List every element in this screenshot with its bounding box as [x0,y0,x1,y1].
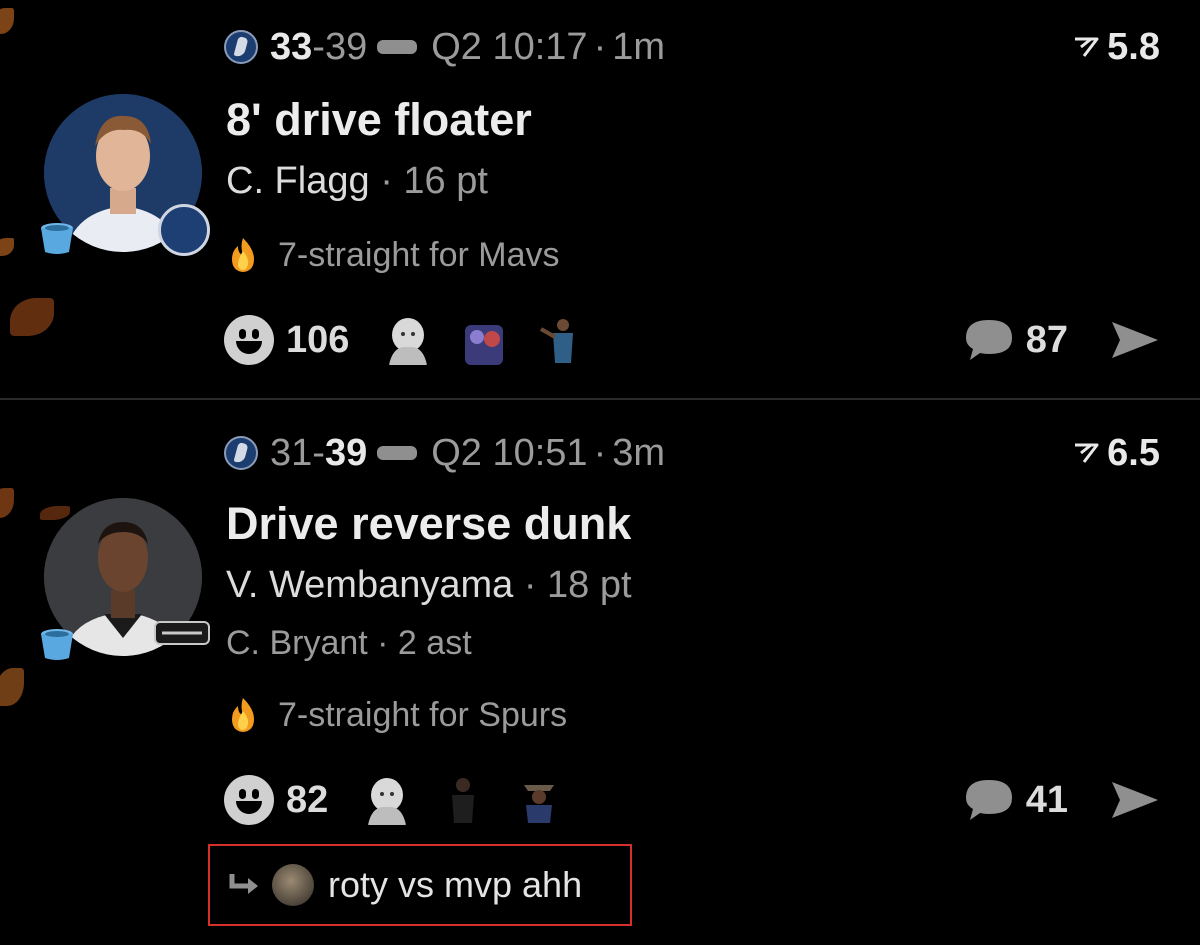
player-name: C. Flagg [226,160,370,202]
fire-icon [232,698,254,732]
reaction-row: 106 [224,312,611,368]
post-age: 1m [612,25,666,68]
bucket-icon [41,629,73,660]
dot-separator: · [380,160,393,202]
player-line[interactable]: V. Wembanyama · 18 pt [226,564,632,607]
player-line[interactable]: C. Flagg · 16 pt [226,160,488,203]
reaction-count: 82 [286,778,329,821]
smiley-icon[interactable] [224,315,274,365]
heat-value: 6.5 [1107,431,1160,474]
reactor-sticker-icon[interactable] [438,775,488,825]
streak-line: 7-straight for Spurs [226,694,567,736]
player-name: V. Wembanyama [226,564,514,606]
mavs-logo-icon [224,436,258,470]
home-score: 31 [270,431,313,474]
spurs-team-badge-icon [154,621,210,645]
post-age: 3m [612,431,666,474]
share-arrow-icon[interactable] [1110,318,1160,362]
play-title: 8' drive floater [226,94,532,145]
away-score: 39 [324,25,368,68]
comment-button[interactable]: 87 [964,312,1068,368]
reactor-sticker-icon[interactable] [383,315,433,365]
smiley-icon[interactable] [224,775,274,825]
commenter-avatar[interactable] [272,864,314,906]
heat-index: 5.8 [1073,25,1160,69]
score-line: 33 - 39 Q2 10:17 · 1m [224,25,665,69]
mavs-team-badge-icon [158,204,210,256]
score-line: 31 - 39 Q2 10:51 · 3m [224,431,665,475]
streak-text: 7-straight for Spurs [278,695,568,734]
heat-index: 6.5 [1073,431,1160,475]
player-points: 18 pt [547,564,632,606]
heat-index-icon [1075,443,1099,463]
reaction-count: 106 [286,318,350,361]
comment-button[interactable]: 41 [964,772,1068,828]
spurs-logo-icon [377,40,418,54]
home-score: 33 [270,25,313,68]
bucket-icon [41,223,73,254]
dot-separator: · [593,25,607,68]
away-score: 39 [324,431,368,474]
score-dash: - [312,431,325,474]
top-comment-reply[interactable]: roty vs mvp ahh [208,844,632,926]
spurs-logo-icon [377,446,418,460]
assist-line[interactable]: C. Bryant · 2 ast [226,624,472,663]
reactor-sticker-icon[interactable] [535,315,585,365]
score-dash: - [312,25,325,68]
reactor-sticker-icon[interactable] [514,775,564,825]
comment-bubble-icon [965,320,1012,360]
heat-value: 5.8 [1107,25,1160,68]
streak-text: 7-straight for Mavs [278,235,560,274]
dot-separator: · [593,431,607,474]
dot-separator: · [523,564,537,606]
comment-count: 87 [1025,318,1068,361]
player-points: 16 pt [403,160,488,202]
play-card[interactable]: 31 - 39 Q2 10:51 · 3m 6.5 Drive reverse … [0,400,1200,825]
reactor-sticker-icon[interactable] [459,315,509,365]
fire-icon [232,238,254,272]
play-title: Drive reverse dunk [226,498,632,549]
comment-count: 41 [1025,778,1068,821]
mavs-logo-icon [224,30,258,64]
game-clock: Q2 10:17 [431,25,588,68]
reply-arrow-icon [229,874,258,894]
reactor-sticker-icon[interactable] [362,775,412,825]
comment-bubble-icon [965,780,1012,820]
share-arrow-icon[interactable] [1110,778,1160,822]
play-card[interactable]: 33 - 39 Q2 10:17 · 1m 5.8 8' drive float… [0,0,1200,398]
streak-line: 7-straight for Mavs [226,234,560,276]
game-clock: Q2 10:51 [431,431,588,474]
reaction-row: 82 [224,772,590,828]
heat-index-icon [1075,37,1099,57]
reply-text: roty vs mvp ahh [328,864,583,905]
